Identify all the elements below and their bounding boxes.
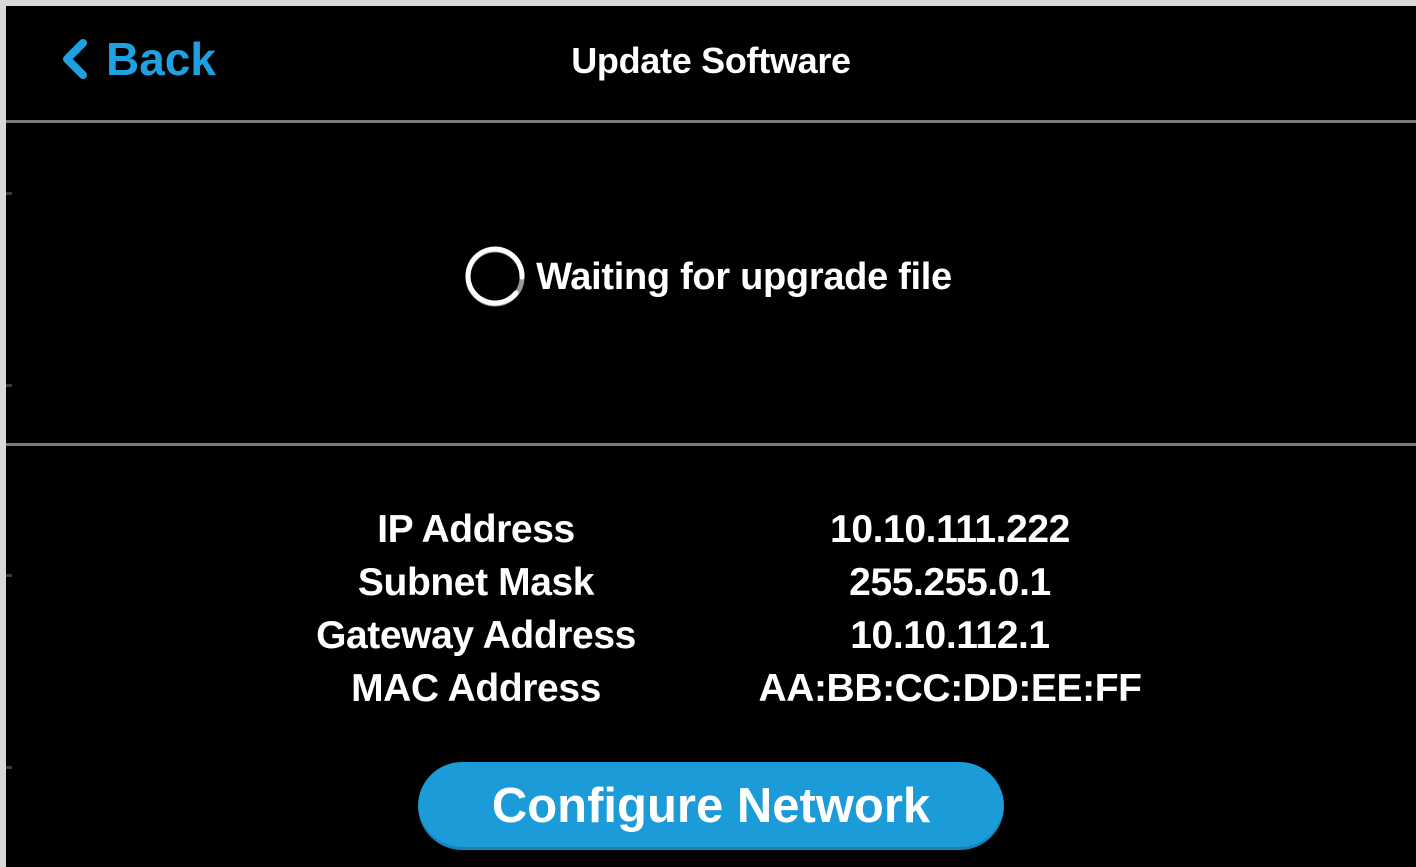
device-screen	[0, 0, 1416, 867]
frame-tick	[6, 766, 12, 769]
frame-tick	[6, 384, 12, 387]
loading-spinner-icon	[465, 246, 525, 307]
page-title: Update Software	[571, 40, 851, 81]
section-divider	[6, 443, 1416, 446]
ip-address-label: IP Address	[377, 508, 575, 551]
status-text: Waiting for upgrade file	[536, 255, 952, 298]
frame-tick	[6, 192, 12, 195]
network-row-mac: MAC Address AA:BB:CC:DD:EE:FF	[0, 667, 1416, 720]
mac-address-value: AA:BB:CC:DD:EE:FF	[758, 667, 1142, 710]
network-row-subnet: Subnet Mask 255.255.0.1	[0, 561, 1416, 614]
gateway-address-label: Gateway Address	[316, 614, 636, 657]
ip-address-value: 10.10.111.222	[830, 508, 1070, 551]
network-row-gateway: Gateway Address 10.10.112.1	[0, 614, 1416, 667]
configure-network-button[interactable]: Configure Network	[418, 762, 1004, 850]
header-divider	[6, 120, 1416, 123]
subnet-mask-label: Subnet Mask	[357, 561, 595, 604]
gateway-address-value: 10.10.112.1	[850, 614, 1050, 657]
header-bar: Back Update Software	[6, 6, 1416, 120]
subnet-mask-value: 255.255.0.1	[849, 561, 1051, 604]
mac-address-label: MAC Address	[351, 667, 601, 710]
status-message: Waiting for upgrade file	[0, 246, 1416, 308]
network-info-table: IP Address 10.10.111.222 Subnet Mask 255…	[0, 508, 1416, 720]
network-row-ip: IP Address 10.10.111.222	[0, 508, 1416, 561]
